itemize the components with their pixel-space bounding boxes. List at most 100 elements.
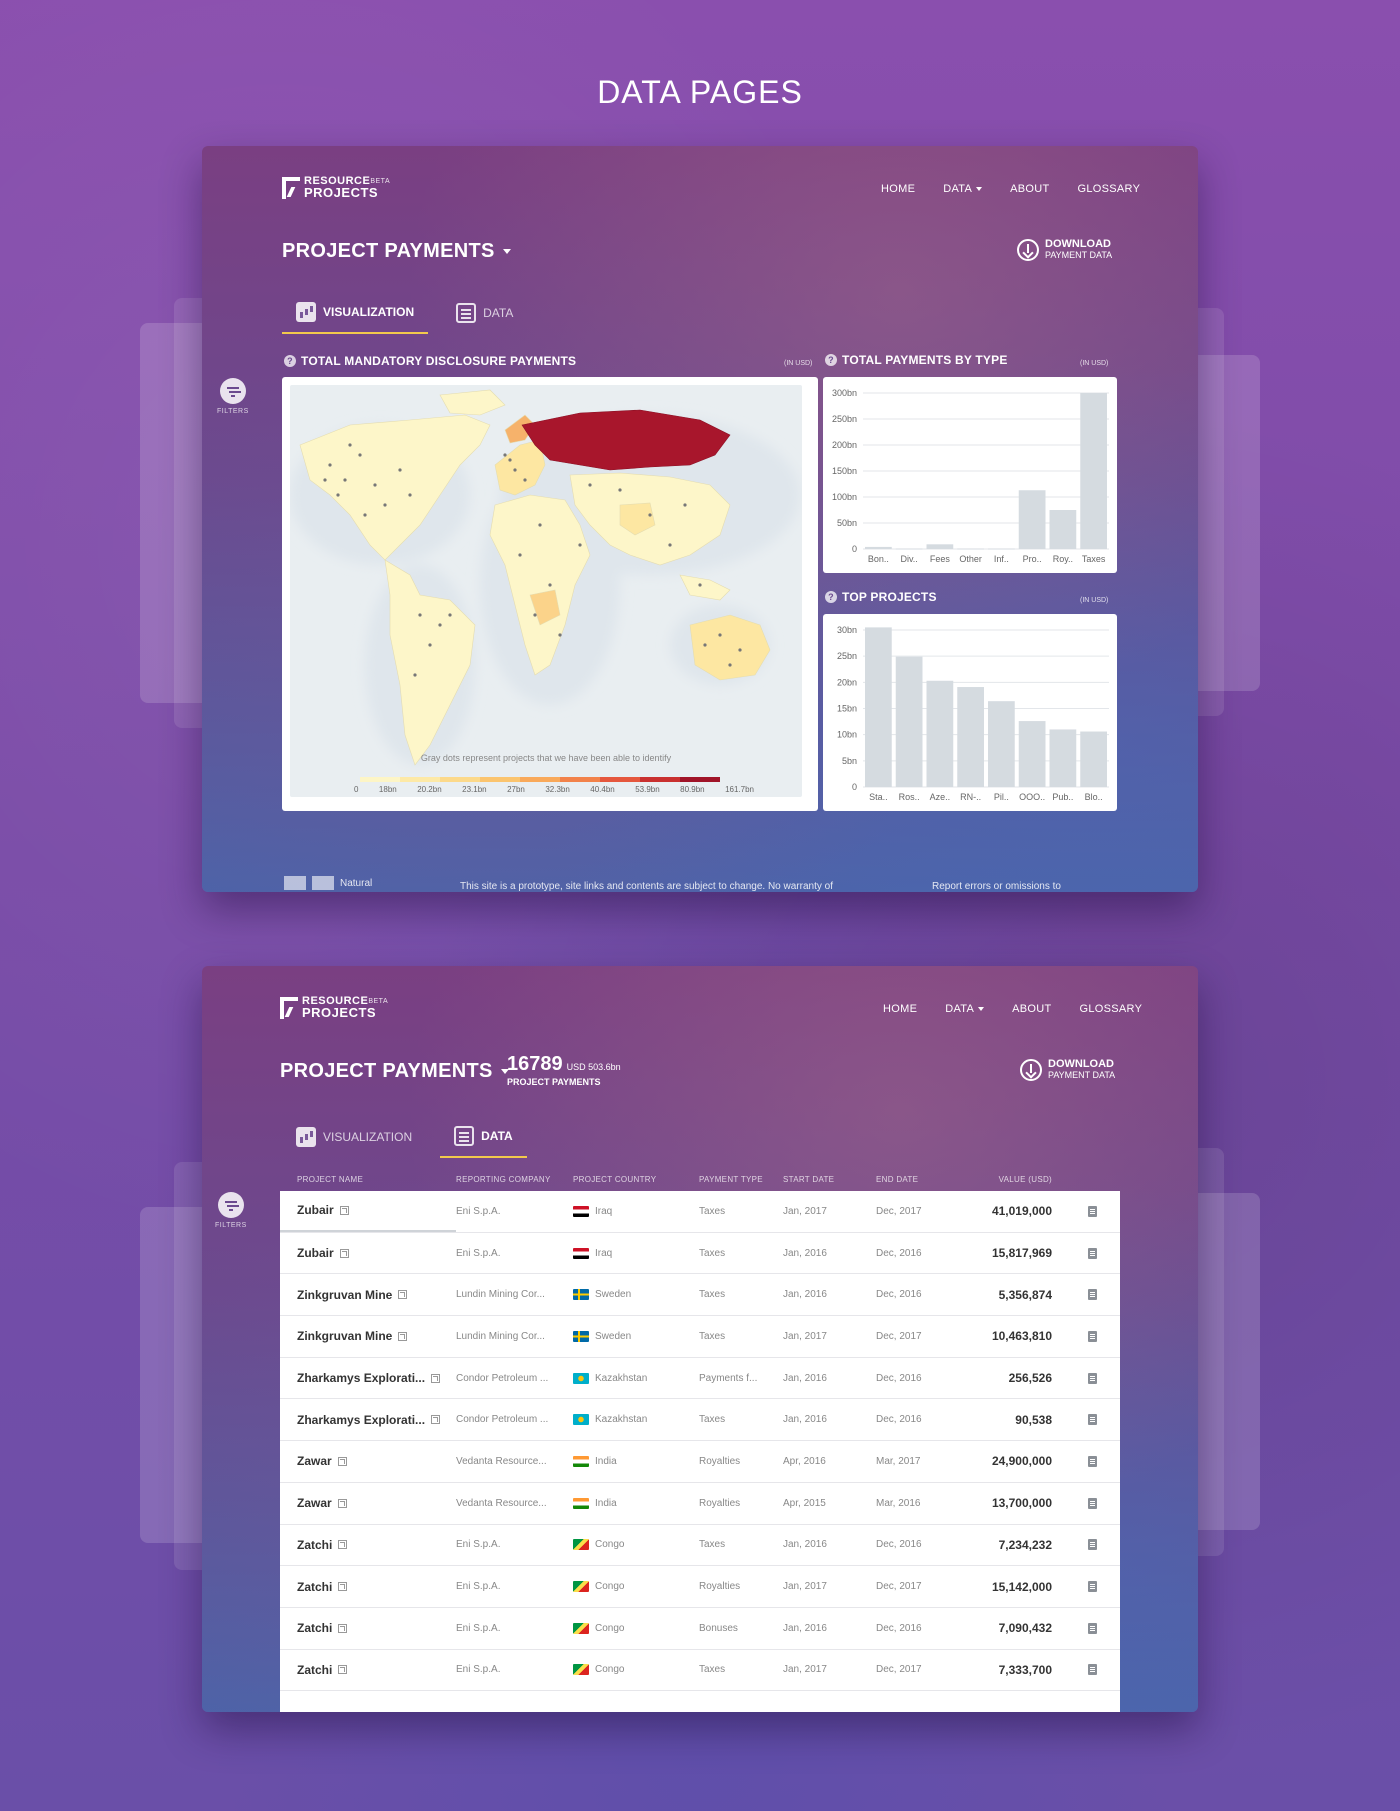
filters-button[interactable]: FILTERS [215, 1192, 247, 1229]
row-document[interactable] [1052, 1622, 1102, 1634]
col-reporting-company[interactable]: REPORTING COMPANY [456, 1175, 573, 1184]
partner-logo[interactable]: Natural [284, 876, 372, 890]
external-link-icon[interactable] [431, 1373, 441, 1383]
table-row[interactable]: Zawar Vedanta Resource... India Royaltie… [280, 1483, 1120, 1525]
help-icon[interactable]: ? [825, 354, 837, 366]
bar[interactable] [1080, 393, 1107, 549]
bar[interactable] [926, 680, 954, 787]
nav-data[interactable]: DATA [945, 1003, 985, 1015]
bar[interactable] [1080, 731, 1107, 787]
table-row[interactable]: Zawar Vedanta Resource... India Royaltie… [280, 1441, 1120, 1483]
help-icon[interactable]: ? [284, 355, 296, 367]
tab-data[interactable]: DATA [440, 1120, 527, 1158]
row-project-name[interactable]: Zharkamys Explorati... [280, 1399, 456, 1440]
external-link-icon[interactable] [339, 1248, 349, 1258]
nav-glossary[interactable]: GLOSSARY [1080, 1003, 1143, 1015]
logo[interactable]: RESOURCEBETA PROJECTS [280, 996, 388, 1020]
row-document[interactable] [1052, 1664, 1102, 1676]
external-link-icon[interactable] [339, 1205, 349, 1215]
world-map[interactable]: Gray dots represent projects that we hav… [290, 385, 802, 797]
table-row[interactable]: Zinkgruvan Mine Lundin Mining Cor... Swe… [280, 1274, 1120, 1317]
row-document[interactable] [1052, 1581, 1102, 1593]
row-project-name[interactable]: Zatchi [280, 1525, 456, 1566]
row-project-name[interactable]: Zubair [280, 1233, 456, 1274]
external-link-icon[interactable] [398, 1331, 408, 1341]
row-document[interactable] [1052, 1497, 1102, 1509]
col-end-date[interactable]: END DATE [876, 1175, 962, 1184]
bar[interactable] [895, 656, 923, 787]
payments-by-type-chart[interactable]: 0 50bn 100bn 150bn 200bn 250bn 300bn Bon.. Div..… [823, 377, 1117, 573]
external-link-icon[interactable] [338, 1582, 348, 1592]
external-link-icon[interactable] [338, 1540, 348, 1550]
external-link-icon[interactable] [337, 1456, 347, 1466]
download-button[interactable]: DOWNLOAD PAYMENT DATA [1017, 239, 1112, 261]
tab-data[interactable]: DATA [442, 296, 527, 334]
help-icon[interactable]: ? [825, 591, 837, 603]
table-row[interactable]: Zatchi Eni S.p.A. Congo Bonuses Jan, 201… [280, 1608, 1120, 1650]
table-row[interactable]: Zatchi Eni S.p.A. Congo Taxes Jan, 2017 … [280, 1650, 1120, 1692]
nav-data[interactable]: DATA [943, 183, 983, 195]
page-title-dropdown[interactable]: PROJECT PAYMENTS [282, 240, 511, 263]
table-row[interactable]: Zubair Eni S.p.A. Iraq Taxes Jan, 2017 D… [280, 1191, 1120, 1233]
page-title-dropdown[interactable]: PROJECT PAYMENTS [280, 1060, 509, 1083]
filters-button[interactable]: FILTERS [217, 378, 249, 415]
row-document[interactable] [1052, 1205, 1102, 1217]
row-project-name[interactable]: Zawar [280, 1441, 456, 1482]
external-link-icon[interactable] [338, 1623, 348, 1633]
external-link-icon[interactable] [398, 1290, 408, 1300]
row-document[interactable] [1052, 1289, 1102, 1301]
nav-home[interactable]: HOME [881, 183, 915, 195]
bar[interactable] [957, 687, 984, 787]
external-link-icon[interactable] [431, 1415, 441, 1425]
col-payment-type[interactable]: PAYMENT TYPE [699, 1175, 783, 1184]
row-document[interactable] [1052, 1455, 1102, 1467]
col-project-name[interactable]: PROJECT NAME [280, 1175, 456, 1184]
bar[interactable] [988, 701, 1015, 787]
y-tick-label: 150bn [832, 466, 857, 476]
row-project-name[interactable]: Zubair [280, 1191, 456, 1232]
row-document[interactable] [1052, 1414, 1102, 1426]
bar[interactable] [1049, 510, 1077, 549]
top-projects-chart[interactable]: 0 5bn 10bn 15bn 20bn 25bn 30bn Sta.. Ros.. Aze.. R… [823, 614, 1117, 811]
row-project-name[interactable]: Zinkgruvan Mine [280, 1316, 456, 1357]
external-link-icon[interactable] [338, 1665, 348, 1675]
col-project-country[interactable]: PROJECT COUNTRY [573, 1175, 699, 1184]
row-project-name[interactable]: Zinkgruvan Mine [280, 1274, 456, 1315]
bar[interactable] [926, 544, 954, 549]
row-project-name[interactable]: Zatchi [280, 1566, 456, 1607]
bar[interactable] [865, 627, 892, 787]
row-document[interactable] [1052, 1247, 1102, 1259]
table-row[interactable]: Zatchi Eni S.p.A. Congo Taxes Jan, 2016 … [280, 1525, 1120, 1567]
tab-visualization[interactable]: VISUALIZATION [282, 1120, 426, 1158]
bar[interactable] [1049, 729, 1077, 787]
row-document[interactable] [1052, 1539, 1102, 1551]
external-link-icon[interactable] [337, 1498, 347, 1508]
download-button[interactable]: DOWNLOAD PAYMENT DATA [1020, 1059, 1115, 1081]
tab-visualization[interactable]: VISUALIZATION [282, 296, 429, 334]
table-row[interactable]: Zubair Eni S.p.A. Iraq Taxes Jan, 2016 D… [280, 1233, 1120, 1275]
table-row[interactable]: Zharkamys Explorati... Condor Petroleum … [280, 1399, 1120, 1442]
bar[interactable] [988, 548, 1015, 550]
bar[interactable] [957, 548, 984, 550]
nav-home[interactable]: HOME [883, 1003, 917, 1015]
row-project-name[interactable]: Zatchi [280, 1650, 456, 1691]
row-document[interactable] [1052, 1372, 1102, 1384]
bar[interactable] [1018, 721, 1046, 787]
row-project-name[interactable]: Zatchi [280, 1608, 456, 1649]
table-row[interactable]: Zatchi Eni S.p.A. Congo Royalties Jan, 2… [280, 1566, 1120, 1608]
logo[interactable]: RESOURCEBETA PROJECTS [282, 176, 390, 200]
row-document[interactable] [1052, 1330, 1102, 1342]
bar[interactable] [865, 546, 892, 549]
bar[interactable] [895, 548, 923, 550]
nav-about[interactable]: ABOUT [1010, 183, 1049, 195]
nav-about[interactable]: ABOUT [1012, 1003, 1051, 1015]
bar[interactable] [1018, 490, 1046, 549]
col-value[interactable]: VALUE (USD) [962, 1175, 1052, 1184]
table-row[interactable]: Zharkamys Explorati... Condor Petroleum … [280, 1358, 1120, 1400]
nav-glossary[interactable]: GLOSSARY [1078, 183, 1141, 195]
table-row[interactable]: Zinkgruvan Mine Lundin Mining Cor... Swe… [280, 1316, 1120, 1358]
col-start-date[interactable]: START DATE [783, 1175, 876, 1184]
row-project-name[interactable]: Zharkamys Explorati... [280, 1358, 456, 1399]
row-project-name[interactable]: Zawar [280, 1483, 456, 1524]
payments-table: Zubair Eni S.p.A. Iraq Taxes Jan, 2017 D… [280, 1191, 1120, 1712]
